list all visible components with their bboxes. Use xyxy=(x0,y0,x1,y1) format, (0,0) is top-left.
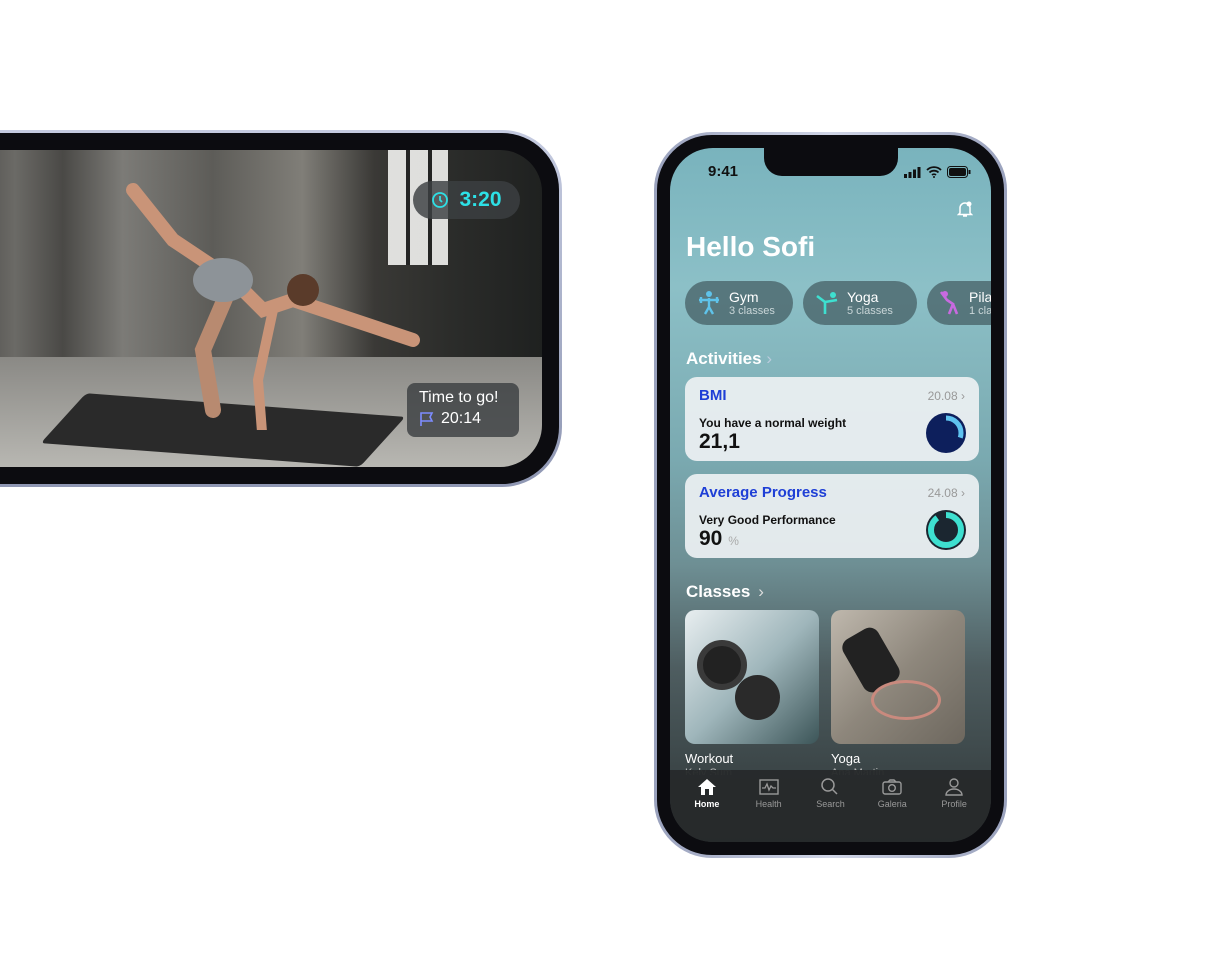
signal-icon xyxy=(904,166,921,178)
stopwatch-icon xyxy=(432,192,449,208)
category-pilates[interactable]: Pilates1 class xyxy=(927,281,991,325)
tab-home[interactable]: Home xyxy=(677,778,737,842)
tab-search[interactable]: Search xyxy=(800,778,860,842)
activities-title: Activities xyxy=(686,349,762,368)
classes-header[interactable]: Classes › xyxy=(686,582,764,602)
yoga-pose-icon xyxy=(816,292,838,314)
workout-video[interactable]: 3:20 Time to go! 20:14 xyxy=(0,150,542,467)
portrait-phone: 9:41 Hello Sofi Gym 3 classes Yoga 5 class… xyxy=(654,132,1007,858)
card-title: BMI xyxy=(699,387,727,404)
tab-health[interactable]: Health xyxy=(739,778,799,842)
activities-header[interactable]: Activities › xyxy=(686,349,772,369)
card-title: Average Progress xyxy=(699,484,827,501)
home-screen: 9:41 Hello Sofi Gym 3 classes Yoga 5 class… xyxy=(670,148,991,842)
chevron-right-icon: › xyxy=(758,582,764,601)
goal-panel: Time to go! 20:14 xyxy=(407,383,519,437)
category-title: Pilates xyxy=(969,289,991,305)
search-icon xyxy=(821,778,839,795)
bmi-card[interactable]: BMI 20.08 › You have a normal weight 21,… xyxy=(685,377,979,461)
stretch-icon xyxy=(939,291,959,315)
category-title: Gym xyxy=(729,289,759,305)
class-title: Yoga xyxy=(831,751,861,766)
category-count: 5 classes xyxy=(847,305,893,317)
notification-bell-icon[interactable] xyxy=(957,200,973,218)
heart-monitor-icon xyxy=(758,779,779,795)
category-count: 1 class xyxy=(969,305,991,317)
status-icons xyxy=(904,166,971,178)
weightlifter-icon xyxy=(699,291,719,315)
bmi-ring-chart xyxy=(926,413,966,453)
timer-value: 3:20 xyxy=(459,188,502,211)
goal-time: 20:14 xyxy=(441,410,482,427)
tab-galeria[interactable]: Galeria xyxy=(862,778,922,842)
wifi-icon xyxy=(926,166,942,178)
landscape-phone: 3:20 Time to go! 20:14 xyxy=(0,130,562,487)
status-time: 9:41 xyxy=(708,163,739,180)
goal-message: Time to go! xyxy=(419,389,499,406)
tab-profile[interactable]: Profile xyxy=(924,778,984,842)
home-icon xyxy=(697,779,716,795)
category-title: Yoga xyxy=(847,289,879,305)
category-count: 3 classes xyxy=(729,305,775,317)
notch xyxy=(764,148,898,176)
card-date: 20.08 › xyxy=(927,389,965,403)
camera-icon xyxy=(882,779,902,795)
class-thumb-workout[interactable] xyxy=(685,610,819,744)
class-thumb-yoga[interactable] xyxy=(831,610,965,744)
chevron-right-icon: › xyxy=(761,349,772,368)
category-yoga[interactable]: Yoga 5 classes xyxy=(803,281,917,325)
progress-ring-chart xyxy=(926,510,966,550)
athlete-figure xyxy=(126,183,420,430)
tab-bar: Home Health Search Galeria Profile xyxy=(670,770,991,842)
profile-icon xyxy=(945,778,963,796)
greeting: Hello Sofi xyxy=(686,231,816,262)
battery-icon xyxy=(947,166,971,178)
classes-title: Classes xyxy=(686,582,751,601)
timer-badge: 3:20 xyxy=(413,181,520,219)
class-title: Workout xyxy=(685,751,734,766)
progress-card[interactable]: Average Progress 24.08 › Very Good Perfo… xyxy=(685,474,979,558)
card-date: 24.08 › xyxy=(927,486,965,500)
flag-icon xyxy=(420,412,434,426)
category-gym[interactable]: Gym 3 classes xyxy=(685,281,793,325)
